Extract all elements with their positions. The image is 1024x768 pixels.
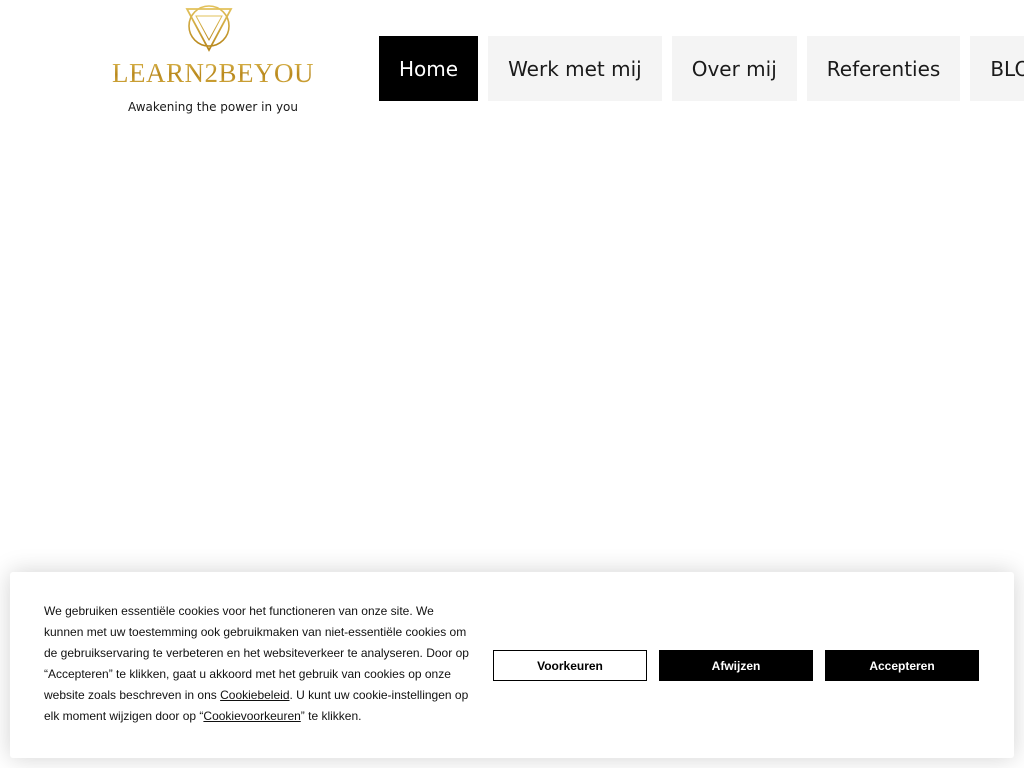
triangle-emblem-icon — [185, 5, 233, 52]
nav-item-referenties[interactable]: Referenties — [806, 36, 961, 101]
cookie-policy-link[interactable]: Cookiebeleid — [220, 688, 289, 702]
cookie-text-part3: ” te klikken. — [300, 709, 362, 723]
logo-wordmark: LEARN2BEYOU — [100, 58, 326, 88]
cookie-message: We gebruiken essentiële cookies voor het… — [44, 601, 476, 727]
logo[interactable]: LEARN2BEYOU Awakening the power in you — [100, 4, 330, 124]
cookie-consent-banner: We gebruiken essentiële cookies voor het… — [10, 572, 1014, 758]
site-header: LEARN2BEYOU Awakening the power in you H… — [0, 0, 1024, 130]
preferences-button[interactable]: Voorkeuren — [493, 650, 647, 681]
nav-item-werk-met-mij[interactable]: Werk met mij — [488, 36, 662, 101]
nav-item-home[interactable]: Home — [379, 36, 479, 101]
logo-tagline: Awakening the power in you — [128, 100, 298, 114]
reject-button[interactable]: Afwijzen — [659, 650, 813, 681]
nav-item-blog[interactable]: BLOG — [970, 36, 1024, 101]
accept-button[interactable]: Accepteren — [825, 650, 979, 681]
nav-item-over-mij[interactable]: Over mij — [671, 36, 797, 101]
cookie-preferences-link[interactable]: Cookievoorkeuren — [203, 709, 300, 723]
main-navigation: Home Werk met mij Over mij Referenties B… — [379, 36, 1024, 101]
